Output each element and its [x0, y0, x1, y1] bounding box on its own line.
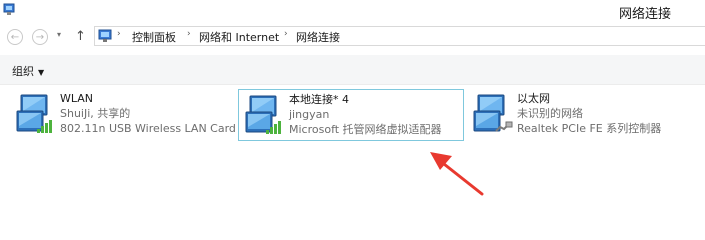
breadcrumb-network-connections[interactable]: 网络连接 [296, 29, 340, 45]
connection-item-local-4[interactable]: 本地连接* 4 jingyan Microsoft 托管网络虚拟适配器 [238, 89, 464, 141]
up-arrow-icon: ↑ [75, 29, 86, 44]
connection-name: WLAN [60, 92, 94, 105]
back-arrow-icon: ← [10, 31, 20, 43]
connection-status: 未识别的网络 [517, 107, 583, 120]
forward-arrow-icon: → [35, 31, 45, 43]
command-bar: 组织 ▼ [0, 55, 705, 85]
ethernet-adapter-icon [473, 94, 513, 132]
window-title: 网络连接 [619, 7, 672, 22]
control-panel-icon [3, 3, 15, 15]
wifi-adapter-icon [16, 94, 52, 133]
control-panel-icon [98, 29, 112, 42]
connection-item-ethernet[interactable]: 以太网 未识别的网络 Realtek PCIe FE 系列控制器 [467, 89, 697, 141]
breadcrumb-control-panel[interactable]: 控制面板 [132, 29, 176, 45]
forward-button[interactable]: → [32, 29, 48, 45]
connection-status: jingyan [289, 108, 330, 121]
address-bar[interactable]: › 控制面板 › 网络和 Internet › 网络连接 [94, 26, 705, 46]
connection-details: 以太网 未识别的网络 Realtek PCIe FE 系列控制器 [517, 91, 661, 136]
connection-item-wlan[interactable]: WLAN ShuiJi, 共享的 802.11n USB Wireless LA… [10, 89, 236, 141]
back-button[interactable]: ← [7, 29, 23, 45]
breadcrumb-separator: › [187, 29, 191, 39]
title-bar: 网络连接 [0, 0, 705, 24]
recent-locations-dropdown[interactable]: ▾ [57, 30, 61, 39]
connection-adapter: Microsoft 托管网络虚拟适配器 [289, 123, 442, 136]
organize-menu-button[interactable]: 组织 ▼ [12, 63, 44, 79]
organize-label: 组织 [12, 65, 34, 78]
breadcrumb-separator: › [117, 29, 121, 39]
wifi-adapter-icon [245, 95, 281, 134]
navigation-bar: ← → ▾ ↑ › 控制面板 › 网络和 Internet › 网络连接 [0, 24, 705, 51]
connection-details: 本地连接* 4 jingyan Microsoft 托管网络虚拟适配器 [289, 92, 442, 137]
connection-name: 本地连接* 4 [289, 93, 349, 106]
red-arrow-icon [430, 152, 484, 196]
chevron-down-icon: ▾ [57, 30, 62, 39]
breadcrumb-separator: › [284, 29, 288, 39]
breadcrumb-network-internet[interactable]: 网络和 Internet [199, 29, 279, 45]
connection-adapter: 802.11n USB Wireless LAN Card [60, 122, 236, 135]
caret-down-icon: ▼ [38, 68, 45, 77]
up-button[interactable]: ↑ [75, 29, 86, 44]
connection-details: WLAN ShuiJi, 共享的 802.11n USB Wireless LA… [60, 91, 236, 136]
connection-status: ShuiJi, 共享的 [60, 107, 131, 120]
connection-adapter: Realtek PCIe FE 系列控制器 [517, 122, 662, 135]
connection-name: 以太网 [517, 92, 550, 105]
connections-list: WLAN ShuiJi, 共享的 802.11n USB Wireless LA… [0, 85, 705, 213]
